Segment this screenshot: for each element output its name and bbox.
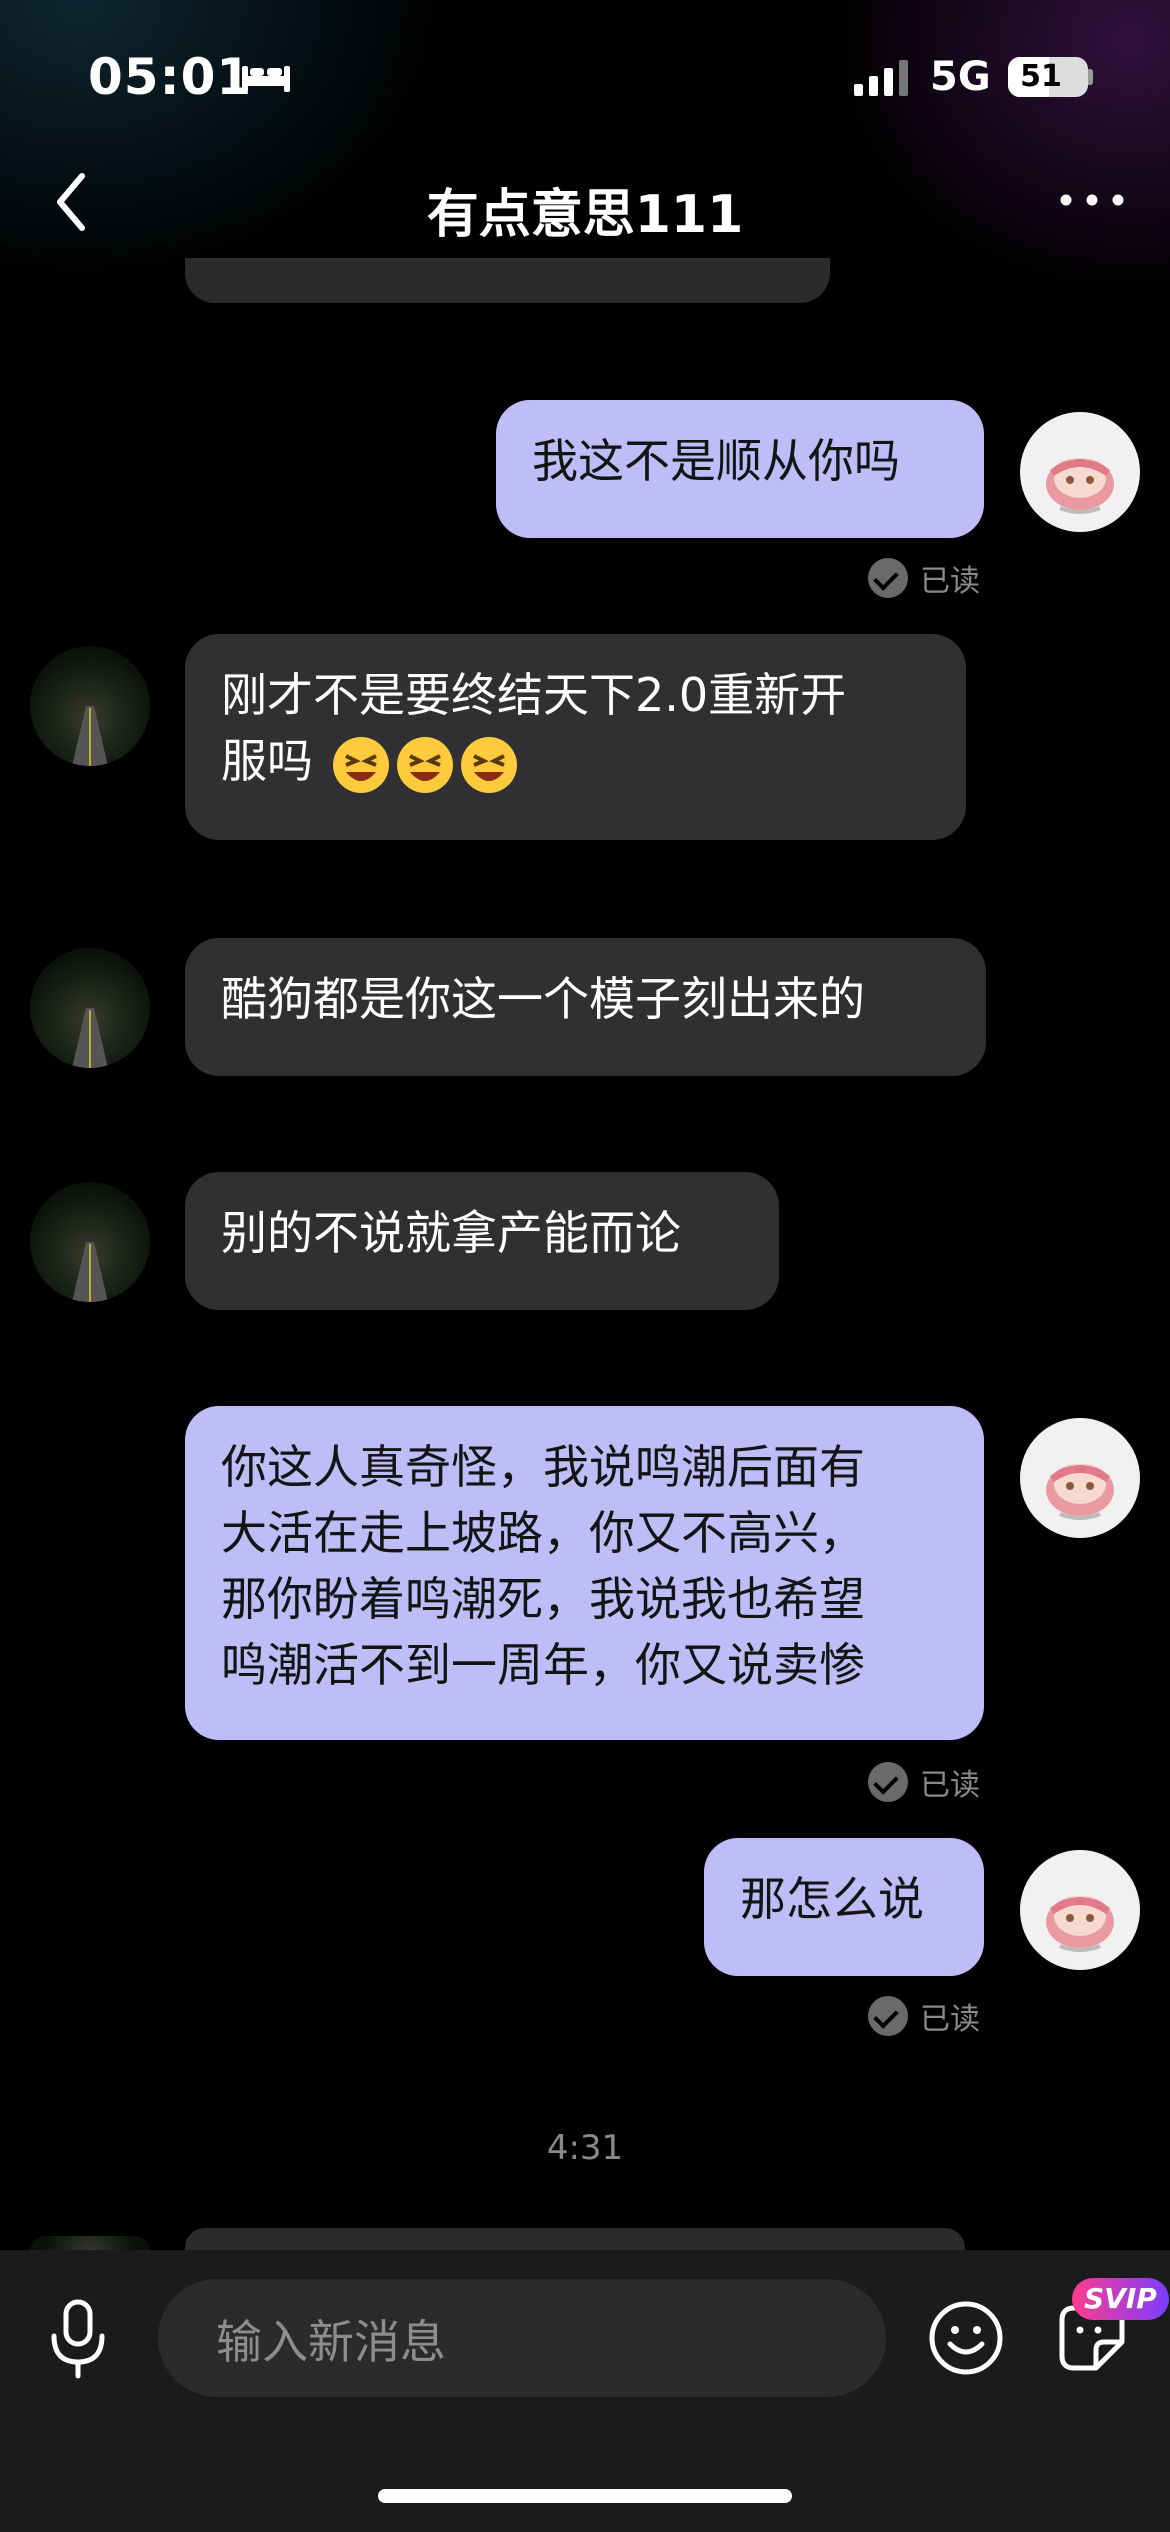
chat-title: 有点意思111: [426, 185, 744, 245]
timestamp-divider: 4:31: [546, 2128, 624, 2168]
network-type: 5G: [930, 54, 991, 100]
message-text: 酷狗都是你这一个模子刻出来的: [221, 972, 865, 1026]
contact-avatar[interactable]: [30, 646, 150, 766]
incoming-message[interactable]: 酷狗都是你这一个模子刻出来的: [185, 938, 986, 1076]
message-text-line: 你这人真奇怪，我说鸣潮后面有: [221, 1440, 865, 1494]
anime-character-avatar: [1046, 1464, 1114, 1520]
smile-icon[interactable]: [928, 2300, 1004, 2376]
message-input-placeholder: 输入新消息: [216, 2315, 446, 2369]
svip-badge: SVIP: [1072, 2278, 1169, 2320]
outgoing-message[interactable]: 那怎么说: [704, 1838, 984, 1976]
forest-road-avatar: [72, 1242, 108, 1302]
battery-icon: 51: [1008, 57, 1088, 97]
incoming-message[interactable]: 刚才不是要终结天下2.0重新开 服吗: [185, 634, 966, 840]
forest-road-avatar: [72, 1008, 108, 1068]
message-text-line: 鸣潮活不到一周年，你又说卖惨: [221, 1638, 865, 1692]
message-text-line: 那你盼着鸣潮死，我说我也希望: [221, 1572, 865, 1626]
battery-level: 51: [1020, 59, 1062, 94]
read-status-text: 已读: [920, 1768, 980, 1803]
battery-tip: [1088, 69, 1093, 85]
cellular-signal-icon: [854, 60, 908, 96]
read-check-icon: [868, 558, 908, 598]
my-avatar[interactable]: [1020, 1418, 1140, 1538]
anime-character-avatar: [1046, 1896, 1114, 1952]
read-check-icon: [868, 1996, 908, 2036]
read-receipt: 已读: [868, 1760, 980, 1804]
home-indicator: [378, 2489, 792, 2503]
read-receipt: 已读: [868, 1994, 980, 2038]
incoming-message[interactable]: 别的不说就拿产能而论: [185, 1172, 779, 1310]
outgoing-message[interactable]: 你这人真奇怪，我说鸣潮后面有 大活在走上坡路，你又不高兴， 那你盼着鸣潮死，我说…: [185, 1406, 984, 1740]
contact-avatar[interactable]: [30, 948, 150, 1068]
laughing-squint-emoji: [332, 736, 389, 793]
message-text: 那怎么说: [740, 1872, 924, 1926]
microphone-icon[interactable]: [42, 2298, 114, 2380]
outgoing-message[interactable]: 我这不是顺从你吗: [496, 400, 984, 538]
sleep-focus-icon: [242, 66, 290, 92]
forest-road-avatar: [72, 706, 108, 766]
status-time: 05:01: [88, 48, 253, 106]
message-text-line: 服吗: [221, 734, 313, 788]
message-text-line: 大活在走上坡路，你又不高兴，: [221, 1506, 865, 1560]
more-icon[interactable]: [1056, 188, 1128, 212]
my-avatar[interactable]: [1020, 1850, 1140, 1970]
message-text: 别的不说就拿产能而论: [221, 1206, 681, 1260]
contact-avatar[interactable]: [30, 1182, 150, 1302]
anime-character-avatar: [1046, 458, 1114, 514]
read-status-text: 已读: [920, 2002, 980, 2037]
laughing-squint-emoji: [460, 736, 517, 793]
message-text-line: 刚才不是要终结天下2.0重新开: [221, 668, 847, 722]
message-text: 我这不是顺从你吗: [532, 434, 900, 488]
read-status-text: 已读: [920, 564, 980, 599]
laughing-squint-emoji: [396, 736, 453, 793]
read-check-icon: [868, 1762, 908, 1802]
read-receipt: 已读: [868, 556, 980, 600]
my-avatar[interactable]: [1020, 412, 1140, 532]
